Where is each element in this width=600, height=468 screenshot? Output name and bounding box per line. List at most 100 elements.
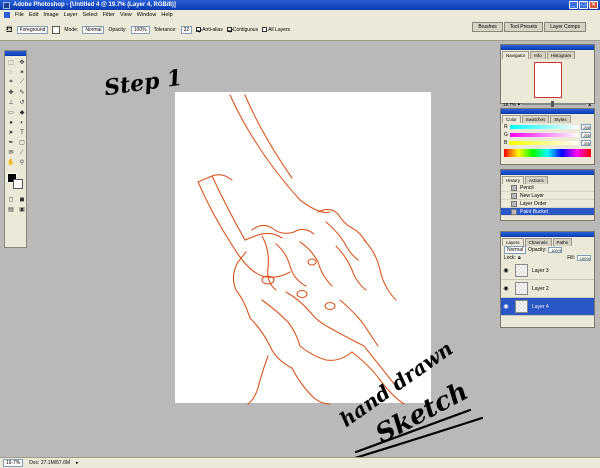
marquee-tool-icon[interactable]: ⬚ — [6, 58, 16, 67]
menu-edit[interactable]: Edit — [29, 12, 38, 18]
fullscreen-mode-icon[interactable]: ▣ — [17, 205, 27, 214]
history-item[interactable]: Pencil — [501, 184, 594, 192]
shape-tool-icon[interactable]: ▢ — [17, 138, 27, 147]
crop-tool-icon[interactable]: ⌗ — [6, 78, 16, 87]
red-value[interactable]: 255 — [581, 124, 591, 130]
tab-paths[interactable]: Paths — [552, 238, 573, 246]
history-item-label: Paint Bucket — [520, 208, 549, 215]
status-zoom[interactable]: 19.7% — [3, 459, 24, 467]
minimize-button[interactable]: _ — [569, 1, 578, 9]
screen-mode-icon[interactable]: ▤ — [6, 205, 16, 214]
tab-histogram[interactable]: Histogram — [546, 51, 576, 59]
menu-view[interactable]: View — [120, 12, 132, 18]
layer-opacity-field[interactable]: 100% — [548, 247, 563, 253]
slice-tool-icon[interactable]: ⟋ — [17, 78, 27, 87]
close-button[interactable]: × — [589, 1, 598, 9]
history-brush-icon[interactable]: ↺ — [17, 98, 27, 107]
blue-value[interactable]: 255 — [581, 140, 591, 146]
green-value[interactable]: 255 — [581, 132, 591, 138]
notes-tool-icon[interactable]: ✉ — [6, 148, 16, 157]
layer-row[interactable]: ◉ Layer 2 — [501, 280, 594, 298]
history-item-active[interactable]: Paint Bucket — [501, 208, 594, 216]
slider-thumb[interactable] — [550, 101, 554, 107]
pen-tool-icon[interactable]: ✒ — [6, 138, 16, 147]
layer-blend-select[interactable]: Normal — [504, 246, 527, 254]
layer-name: Layer 3 — [532, 267, 549, 274]
eyedropper-icon[interactable]: ⁄ — [17, 148, 27, 157]
tolerance-field[interactable]: 32 — [180, 25, 193, 34]
menu-layer[interactable]: Layer — [64, 12, 78, 18]
type-tool-icon[interactable]: T — [17, 128, 27, 137]
red-slider[interactable] — [509, 125, 579, 129]
green-slider[interactable] — [509, 133, 579, 137]
tab-history[interactable]: History — [502, 176, 525, 184]
tab-swatches[interactable]: Swatches — [521, 115, 550, 123]
blur-tool-icon[interactable]: ● — [6, 118, 16, 127]
tab-actions[interactable]: Actions — [525, 176, 548, 184]
hand-tool-icon[interactable]: ✋ — [6, 158, 16, 167]
quick-mask-icon[interactable]: ◼ — [17, 195, 27, 204]
menu-file[interactable]: File — [15, 12, 24, 18]
zoom-slider[interactable] — [522, 101, 586, 107]
tab-channels[interactable]: Channels — [524, 238, 552, 246]
visibility-eye-icon[interactable]: ◉ — [501, 285, 511, 292]
layer-row-active[interactable]: ◉ Layer 4 — [501, 298, 594, 316]
pattern-swatch[interactable] — [52, 25, 61, 34]
clone-stamp-icon[interactable]: ⊥ — [6, 98, 16, 107]
history-item[interactable]: Layer Order — [501, 200, 594, 208]
tab-layer-comps[interactable]: Layer Comps — [544, 22, 586, 32]
background-color[interactable] — [13, 179, 23, 189]
blue-slider[interactable] — [509, 141, 579, 145]
tab-layers[interactable]: Layers — [502, 238, 524, 246]
document-canvas[interactable] — [175, 92, 431, 403]
zoom-out-icon[interactable]: ▴ — [518, 101, 520, 107]
navigator-zoom[interactable]: 19.7% — [503, 102, 516, 107]
color-spectrum[interactable] — [504, 149, 591, 157]
lasso-tool-icon[interactable]: ◌ — [6, 68, 16, 77]
tab-info[interactable]: Info — [530, 51, 546, 59]
mode-select[interactable]: Normal — [82, 25, 105, 34]
tab-tool-presets[interactable]: Tool Presets — [503, 22, 544, 32]
menu-window[interactable]: Window — [137, 12, 157, 18]
history-item[interactable]: New Layer — [501, 192, 594, 200]
tab-navigator[interactable]: Navigator — [502, 51, 530, 59]
zoom-tool-icon[interactable]: ⚲ — [17, 158, 27, 167]
menu-image[interactable]: Image — [43, 12, 58, 18]
maximize-button[interactable]: □ — [579, 1, 588, 9]
layer-opacity-label: Opacity: — [528, 247, 547, 253]
tab-brushes[interactable]: Brushes — [472, 22, 503, 32]
tab-color[interactable]: Color — [502, 115, 521, 123]
standard-mode-icon[interactable]: ◻ — [6, 195, 16, 204]
layer-thumbnail — [515, 300, 528, 313]
menu-select[interactable]: Select — [82, 12, 97, 18]
visibility-eye-icon[interactable]: ◉ — [501, 267, 511, 274]
menu-help[interactable]: Help — [161, 12, 172, 18]
antialias-checkbox[interactable]: Anti-alias — [196, 27, 223, 33]
fill-source-select[interactable]: Foreground — [16, 25, 49, 34]
navigator-panel: Navigator Info Histogram 19.7% ▴ ▲ — [500, 44, 595, 107]
contiguous-label: Contiguous — [232, 26, 259, 33]
all-layers-checkbox[interactable]: All Layers — [262, 27, 290, 33]
move-tool-icon[interactable]: ✥ — [17, 58, 27, 67]
layer-row[interactable]: ◉ Layer 3 — [501, 262, 594, 280]
paint-bucket-icon[interactable]: ◆ — [17, 108, 27, 117]
layer-fill-field[interactable]: 100% — [577, 255, 591, 261]
dodge-tool-icon[interactable]: ◐ — [17, 118, 27, 127]
opacity-field[interactable]: 100% — [130, 25, 150, 34]
eraser-tool-icon[interactable]: ▭ — [6, 108, 16, 117]
path-select-icon[interactable]: ➤ — [6, 128, 16, 137]
healing-brush-icon[interactable]: ✚ — [6, 88, 16, 97]
check-icon — [196, 27, 202, 32]
tab-styles[interactable]: Styles — [550, 115, 571, 123]
contiguous-checkbox[interactable]: Contiguous — [226, 26, 259, 33]
visibility-eye-icon[interactable]: ◉ — [501, 303, 511, 310]
zoom-in-icon[interactable]: ▲ — [588, 102, 592, 107]
blue-label: B — [504, 140, 508, 146]
paint-bucket-tool-icon[interactable]: ⛾ — [6, 25, 13, 35]
menu-filter[interactable]: Filter — [103, 12, 115, 18]
status-arrow-icon[interactable]: ▸ — [76, 460, 79, 466]
navigator-thumbnail[interactable] — [533, 62, 562, 98]
brush-tool-icon[interactable]: ✎ — [17, 88, 27, 97]
lock-icon[interactable]: 🔒︎ — [518, 255, 521, 261]
magic-wand-tool-icon[interactable]: ✶ — [17, 68, 27, 77]
